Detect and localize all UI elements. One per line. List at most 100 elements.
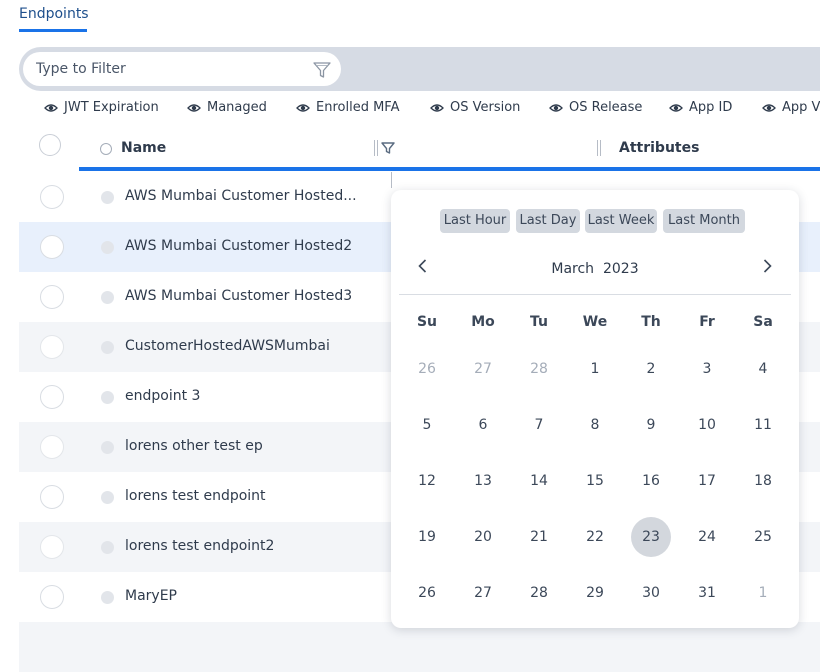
calendar-day[interactable]: 27 bbox=[463, 573, 503, 613]
header-radio[interactable] bbox=[100, 143, 112, 155]
status-dot bbox=[101, 341, 114, 354]
calendar-day[interactable]: 1 bbox=[743, 573, 783, 613]
calendar-day[interactable]: 30 bbox=[631, 573, 671, 613]
calendar-day[interactable]: 28 bbox=[519, 573, 559, 613]
calendar-day[interactable]: 10 bbox=[687, 405, 727, 445]
calendar-day[interactable]: 9 bbox=[631, 405, 671, 445]
calendar-day[interactable]: 7 bbox=[519, 405, 559, 445]
calendar-day[interactable]: 28 bbox=[519, 349, 559, 389]
column-toggle[interactable]: Enrolled MFA bbox=[296, 100, 399, 115]
eye-icon bbox=[669, 103, 683, 112]
status-dot bbox=[101, 241, 114, 254]
filter-input[interactable] bbox=[36, 52, 296, 86]
quick-range-last-week[interactable]: Last Week bbox=[585, 209, 657, 233]
column-toggle-label: App ID bbox=[689, 100, 733, 115]
calendar-day[interactable]: 25 bbox=[743, 517, 783, 557]
column-toggle[interactable]: OS Release bbox=[549, 100, 642, 115]
calendar-day[interactable]: 15 bbox=[575, 461, 615, 501]
row-checkbox[interactable] bbox=[40, 585, 64, 609]
calendar-day[interactable]: 13 bbox=[463, 461, 503, 501]
calendar-day[interactable]: 21 bbox=[519, 517, 559, 557]
calendar-day[interactable]: 5 bbox=[407, 405, 447, 445]
table-row[interactable] bbox=[19, 622, 820, 672]
status-dot bbox=[101, 391, 114, 404]
calendar-day[interactable]: 8 bbox=[575, 405, 615, 445]
row-checkbox[interactable] bbox=[40, 285, 64, 309]
chevron-right-icon[interactable] bbox=[759, 258, 775, 274]
calendar-day[interactable]: 31 bbox=[687, 573, 727, 613]
status-dot bbox=[101, 441, 114, 454]
status-dot bbox=[101, 541, 114, 554]
column-toggle[interactable]: App ID bbox=[669, 100, 732, 115]
calendar-day[interactable]: 16 bbox=[631, 461, 671, 501]
calendar-day[interactable]: 3 bbox=[687, 349, 727, 389]
status-dot bbox=[101, 291, 114, 304]
row-checkbox[interactable] bbox=[40, 335, 64, 359]
status-dot bbox=[101, 491, 114, 504]
endpoint-name[interactable]: AWS Mumbai Customer Hosted3 bbox=[125, 288, 352, 304]
column-resize-handle[interactable] bbox=[597, 140, 601, 156]
column-toggle-label: OS Release bbox=[569, 100, 643, 115]
status-dot bbox=[101, 591, 114, 604]
calendar-day[interactable]: 2 bbox=[631, 349, 671, 389]
calendar-day[interactable]: 23 bbox=[631, 517, 671, 557]
column-toggle-label: Managed bbox=[207, 100, 267, 115]
endpoint-name[interactable]: MaryEP bbox=[125, 588, 177, 604]
calendar-day[interactable]: 14 bbox=[519, 461, 559, 501]
status-dot bbox=[101, 191, 114, 204]
endpoint-name[interactable]: endpoint 3 bbox=[125, 388, 200, 404]
column-toggle-label: App Ve bbox=[782, 100, 820, 115]
quick-range-last-month[interactable]: Last Month bbox=[663, 209, 745, 233]
calendar-day[interactable]: 24 bbox=[687, 517, 727, 557]
weekday-label: Mo bbox=[471, 314, 495, 330]
calendar-day[interactable]: 11 bbox=[743, 405, 783, 445]
calendar-day[interactable]: 4 bbox=[743, 349, 783, 389]
endpoint-name[interactable]: AWS Mumbai Customer Hosted... bbox=[125, 188, 357, 204]
calendar-day[interactable]: 29 bbox=[575, 573, 615, 613]
funnel-icon[interactable] bbox=[312, 60, 332, 80]
calendar-day[interactable]: 22 bbox=[575, 517, 615, 557]
column-filter-icon[interactable] bbox=[381, 141, 395, 155]
tab-endpoints[interactable]: Endpoints bbox=[19, 6, 89, 22]
calendar-day[interactable]: 27 bbox=[463, 349, 503, 389]
column-toggle[interactable]: App Ve bbox=[762, 100, 820, 115]
calendar-day[interactable]: 26 bbox=[407, 573, 447, 613]
header-name[interactable]: Name bbox=[121, 140, 166, 156]
endpoint-name[interactable]: lorens test endpoint bbox=[125, 488, 266, 504]
endpoint-name[interactable]: CustomerHostedAWSMumbai bbox=[125, 338, 330, 354]
endpoint-name[interactable]: lorens other test ep bbox=[125, 438, 263, 454]
column-toggle[interactable]: Managed bbox=[187, 100, 267, 115]
row-checkbox[interactable] bbox=[40, 385, 64, 409]
row-checkbox[interactable] bbox=[40, 235, 64, 259]
column-resize-handle[interactable] bbox=[374, 140, 378, 156]
calendar-day[interactable]: 6 bbox=[463, 405, 503, 445]
eye-icon bbox=[296, 103, 310, 112]
calendar-day[interactable]: 19 bbox=[407, 517, 447, 557]
eye-icon bbox=[44, 103, 58, 112]
weekday-label: We bbox=[582, 314, 608, 330]
endpoint-name[interactable]: lorens test endpoint2 bbox=[125, 538, 274, 554]
calendar-day[interactable]: 12 bbox=[407, 461, 447, 501]
row-checkbox[interactable] bbox=[40, 435, 64, 459]
calendar-day[interactable]: 17 bbox=[687, 461, 727, 501]
column-toggle[interactable]: OS Version bbox=[430, 100, 520, 115]
row-checkbox[interactable] bbox=[40, 485, 64, 509]
column-toggle-label: OS Version bbox=[450, 100, 521, 115]
quick-range-last-day[interactable]: Last Day bbox=[516, 209, 580, 233]
header-active-line bbox=[79, 167, 820, 171]
calendar-day[interactable]: 20 bbox=[463, 517, 503, 557]
quick-range-last-hour[interactable]: Last Hour bbox=[440, 209, 510, 233]
row-checkbox[interactable] bbox=[40, 185, 64, 209]
calendar-day[interactable]: 1 bbox=[575, 349, 615, 389]
calendar-month: March bbox=[551, 261, 595, 277]
calendar-day[interactable]: 18 bbox=[743, 461, 783, 501]
endpoint-name[interactable]: AWS Mumbai Customer Hosted2 bbox=[125, 238, 352, 254]
calendar-day[interactable]: 26 bbox=[407, 349, 447, 389]
column-toggle[interactable]: JWT Expiration bbox=[44, 100, 159, 115]
select-all-checkbox[interactable] bbox=[39, 134, 61, 156]
column-toggle-bar: JWT Expiration Managed Enrolled MFA OS Vers… bbox=[0, 96, 820, 122]
eye-icon bbox=[762, 103, 776, 112]
header-attributes[interactable]: Attributes bbox=[619, 140, 699, 156]
eye-icon bbox=[430, 103, 444, 112]
row-checkbox[interactable] bbox=[40, 535, 64, 559]
